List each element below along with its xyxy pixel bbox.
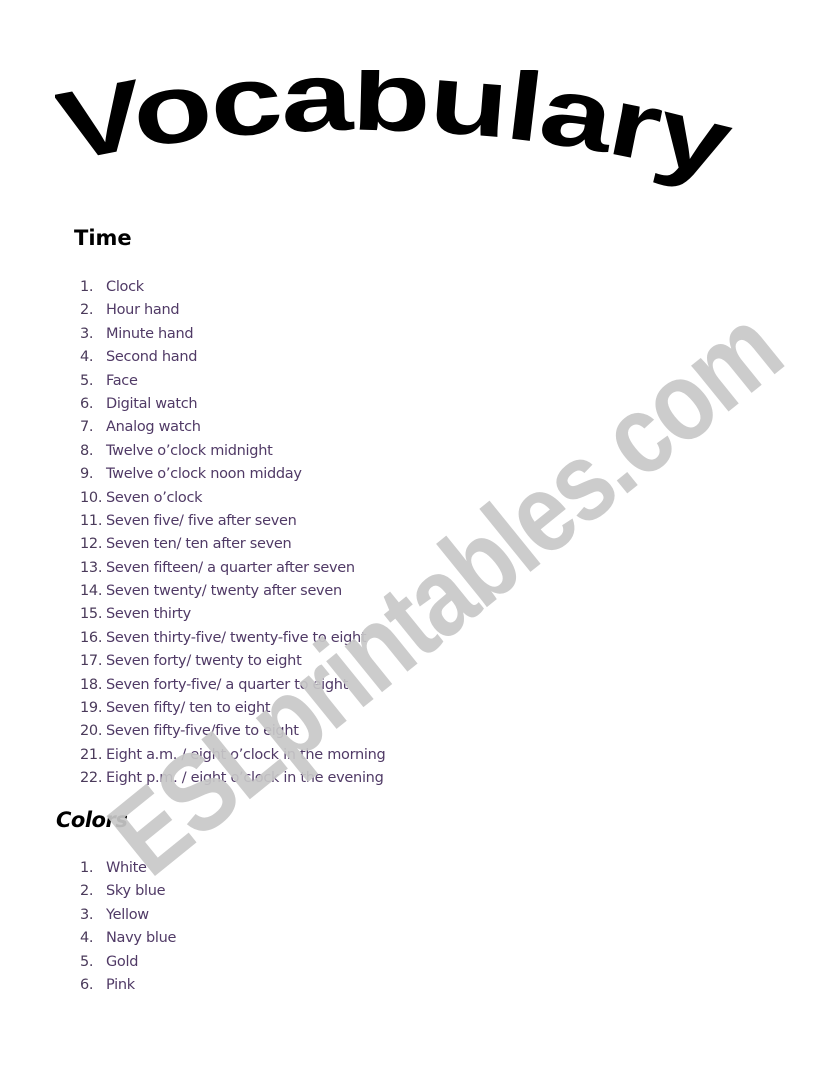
list-item-number: 5.: [80, 953, 94, 970]
list-item-text: Seven thirty: [106, 606, 191, 623]
list-item-number: 8.: [80, 442, 94, 459]
list-item-text: Navy blue: [106, 930, 177, 947]
list-item: 20. Seven fifty-five/five to eight: [80, 720, 385, 743]
title-wordart: Vocabulary: [55, 70, 735, 210]
list-item-number: 6.: [80, 976, 94, 993]
list-item: 1. White: [80, 857, 176, 880]
list-item-text: Eight p.m. / eight o’clock in the evenin…: [106, 770, 384, 787]
list-item: 10. Seven o’clock: [80, 487, 385, 510]
list-item-text: Analog watch: [106, 419, 201, 436]
list-item-number: 1.: [80, 860, 94, 876]
list-item-number: 18.: [80, 676, 103, 693]
colors-vocabulary-list: 1. White 2. Sky blue 3. Yellow 4. Navy blue 5. Go…: [80, 857, 176, 997]
list-item-number: 6.: [80, 395, 94, 412]
list-item: 11. Seven five/ five after seven: [80, 510, 385, 533]
list-item: 5. Gold: [80, 951, 176, 974]
list-item-text: Seven ten/ ten after seven: [106, 536, 292, 553]
list-item-number: 3.: [80, 325, 94, 342]
list-item-text: White: [106, 860, 147, 876]
list-item-number: 13.: [80, 559, 103, 576]
list-item: 13. Seven fifteen/ a quarter after seven: [80, 557, 385, 580]
list-item: 7. Analog watch: [80, 416, 385, 439]
list-item-number: 1.: [80, 279, 94, 295]
list-item-text: Yellow: [106, 906, 149, 923]
list-item-number: 4.: [80, 930, 94, 947]
worksheet-page: Vocabulary Time 1. Clock 2. Hour hand 3. Minu…: [0, 0, 838, 1086]
list-item-text: Seven o’clock: [106, 489, 203, 506]
list-item: 3. Minute hand: [80, 323, 385, 346]
list-item-number: 2.: [80, 302, 94, 319]
list-item-text: Sky blue: [106, 883, 166, 900]
list-item: 9. Twelve o’clock noon midday: [80, 463, 385, 486]
list-item: 21. Eight a.m. / eight o’clock in the mor…: [80, 744, 386, 767]
list-item-text: Second hand: [106, 349, 198, 366]
list-item-text: Twelve o’clock noon midday: [106, 466, 302, 483]
list-item: 2. Hour hand: [80, 299, 385, 322]
list-item-text: Pink: [106, 976, 135, 993]
list-item-text: Digital watch: [106, 395, 198, 412]
list-item: 1. Clock: [80, 276, 385, 299]
list-item: 16. Seven thirty-five/ twenty-five to eig…: [80, 627, 385, 650]
list-item-number: 7.: [80, 419, 94, 436]
list-item-number: 11.: [80, 512, 103, 529]
list-item: 22. Eight p.m. / eight o’clock in the eve…: [80, 767, 385, 790]
list-item: 6. Pink: [80, 974, 176, 997]
list-item-number: 19.: [80, 700, 103, 717]
list-item-number: 22.: [80, 770, 103, 787]
list-item: 15. Seven thirty: [80, 603, 385, 626]
list-item-number: 16.: [80, 629, 103, 646]
list-item: 12. Seven ten/ ten after seven: [80, 533, 385, 556]
list-item-number: 21.: [80, 746, 103, 763]
list-item: 4. Navy blue: [80, 927, 176, 950]
list-item-text: Seven thirty-five/ twenty-five to eight: [106, 629, 367, 646]
list-item-text: Hour hand: [106, 302, 180, 319]
list-item: 19. Seven fifty/ ten to eight: [80, 697, 385, 720]
list-item: 14. Seven twenty/ twenty after seven: [80, 580, 385, 603]
list-item-text: Seven fifteen/ a quarter after seven: [106, 559, 355, 576]
list-item-number: 12.: [80, 536, 103, 553]
section-heading-time: Time: [74, 226, 132, 250]
list-item-text: Seven twenty/ twenty after seven: [106, 583, 342, 600]
list-item: 5. Face: [80, 370, 385, 393]
section-heading-colors: Colors: [56, 808, 128, 832]
list-item-number: 14.: [80, 583, 103, 600]
list-item: 8. Twelve o’clock midnight: [80, 440, 385, 463]
list-item-number: 2.: [80, 883, 94, 900]
list-item: 3. Yellow: [80, 904, 176, 927]
list-item-text: Seven forty/ twenty to eight: [106, 653, 302, 670]
list-item-number: 3.: [80, 906, 94, 923]
list-item-number: 4.: [80, 349, 94, 366]
page-title: Vocabulary: [55, 70, 735, 199]
time-vocabulary-list: 1. Clock 2. Hour hand 3. Minute hand 4. Second …: [80, 276, 386, 791]
list-item-text: Face: [106, 372, 138, 389]
list-item: 2. Sky blue: [80, 880, 176, 903]
list-item-text: Seven five/ five after seven: [106, 512, 297, 529]
list-item: 17. Seven forty/ twenty to eight: [80, 650, 385, 673]
list-item-text: Twelve o’clock midnight: [106, 442, 273, 459]
list-item-number: 5.: [80, 372, 94, 389]
list-item-number: 10.: [80, 489, 103, 506]
list-item: 6. Digital watch: [80, 393, 385, 416]
list-item-text: Eight a.m. / eight o’clock in the mornin…: [106, 746, 386, 763]
list-item-text: Clock: [106, 279, 144, 295]
list-item-number: 15.: [80, 606, 103, 623]
list-item-text: Minute hand: [106, 325, 194, 342]
list-item-number: 20.: [80, 723, 103, 740]
list-item-text: Gold: [106, 953, 139, 970]
list-item-text: Seven fifty-five/five to eight: [106, 723, 299, 740]
list-item: 4. Second hand: [80, 346, 385, 369]
list-item-number: 9.: [80, 466, 94, 483]
list-item-number: 17.: [80, 653, 103, 670]
list-item-text: Seven forty-five/ a quarter to eight: [106, 676, 349, 693]
list-item: 18. Seven forty-five/ a quarter to eight: [80, 674, 385, 697]
list-item-text: Seven fifty/ ten to eight: [106, 700, 271, 717]
